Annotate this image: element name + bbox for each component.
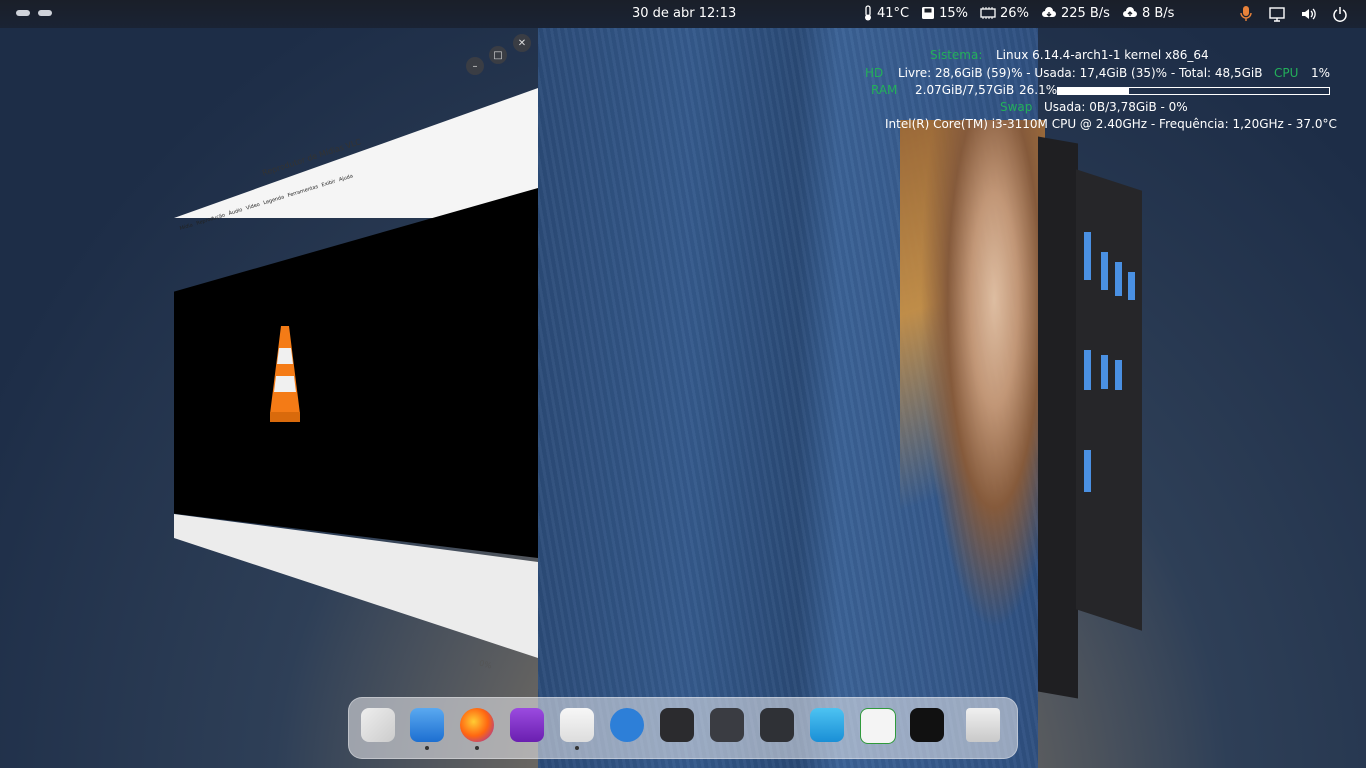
trash-icon[interactable] bbox=[966, 708, 1000, 742]
screenshot-icon[interactable] bbox=[760, 708, 794, 742]
memory-indicator: 26% bbox=[980, 5, 1029, 21]
obs-icon[interactable] bbox=[660, 708, 694, 742]
vlc-window[interactable]: Reprodutor de Mídias VLC Mídia Reproduçã… bbox=[174, 28, 540, 671]
conky-cpu-info: Intel(R) Core(TM) i3-3110M CPU @ 2.40GHz… bbox=[885, 117, 1337, 131]
folder-icon bbox=[1101, 252, 1108, 290]
folder-icon bbox=[1115, 360, 1122, 390]
cloud-download-icon bbox=[1041, 7, 1056, 17]
conky-hd-value: Livre: 28,6GiB (59)% - Usada: 17,4GiB (3… bbox=[898, 66, 1263, 80]
running-indicator bbox=[425, 746, 429, 750]
folder-icon bbox=[1115, 262, 1122, 296]
disk-indicator: 15% bbox=[921, 5, 968, 21]
folder-icon bbox=[1101, 355, 1108, 389]
system-indicators[interactable]: 41°C 15% 26% 225 B/s 8 B/s bbox=[863, 5, 1174, 21]
vlc-video-area[interactable] bbox=[174, 188, 538, 558]
download-value: 225 B/s bbox=[1060, 5, 1110, 21]
minimize-button[interactable]: – bbox=[466, 57, 484, 75]
temperature-indicator: 41°C bbox=[863, 5, 909, 21]
download-indicator: 225 B/s bbox=[1041, 5, 1110, 21]
close-button[interactable]: ✕ bbox=[513, 34, 531, 52]
folder-icon bbox=[1084, 232, 1091, 280]
vlc-titlebar[interactable] bbox=[174, 88, 538, 218]
memory-icon bbox=[980, 7, 996, 19]
top-panel: 30 de abr 12:13 41°C 15% 26% 225 B/s 8 B… bbox=[0, 0, 1366, 28]
upload-indicator: 8 B/s bbox=[1122, 5, 1174, 21]
firefox-icon[interactable] bbox=[460, 708, 494, 742]
conky-ram-value: 2.07GiB/7,57GiB bbox=[915, 83, 1015, 97]
terminal-icon[interactable] bbox=[910, 708, 944, 742]
conky-ram-percent: 26.1% bbox=[1019, 83, 1058, 97]
conky-sistema-value: Linux 6.14.4-arch1-1 kernel x86_64 bbox=[996, 48, 1209, 62]
spreadsheet-icon[interactable] bbox=[860, 708, 896, 744]
cloud-upload-icon bbox=[1122, 7, 1137, 17]
conky-swap-value: Usada: 0B/3,78GiB - 0% bbox=[1044, 100, 1188, 114]
vlc-icon[interactable] bbox=[560, 708, 594, 742]
conky-swap-label: Swap bbox=[1000, 100, 1033, 114]
folder-icon bbox=[1084, 450, 1091, 492]
running-indicator bbox=[575, 746, 579, 750]
date-time[interactable]: 30 de abr 12:13 bbox=[632, 6, 736, 21]
ram-usage-bar bbox=[1057, 87, 1330, 95]
upload-value: 8 B/s bbox=[1141, 5, 1175, 21]
conky-hd-label: HD bbox=[865, 66, 884, 80]
conky-sistema-label: Sistema: bbox=[930, 48, 983, 62]
disk-value: 15% bbox=[939, 5, 969, 21]
menu-item[interactable]: Mídia bbox=[179, 222, 194, 232]
qbittorrent-icon[interactable] bbox=[610, 708, 644, 742]
vlc-cone-icon bbox=[270, 326, 300, 422]
conky-ram-label: RAM bbox=[871, 83, 898, 97]
workspace-indicator-1[interactable] bbox=[16, 10, 30, 16]
workspace-indicator-2[interactable] bbox=[38, 10, 52, 16]
folder-icon bbox=[1084, 350, 1091, 390]
launcher-icon[interactable] bbox=[361, 708, 395, 742]
folder-icon bbox=[1128, 272, 1135, 300]
maximize-button[interactable]: □ bbox=[489, 46, 507, 64]
files-icon[interactable] bbox=[410, 708, 444, 742]
thermometer-icon bbox=[865, 5, 871, 21]
volume-icon[interactable] bbox=[1300, 5, 1318, 23]
system-tray[interactable] bbox=[1238, 5, 1348, 23]
memory-value: 26% bbox=[1000, 5, 1029, 21]
video-editor-icon[interactable] bbox=[710, 708, 744, 742]
conky-cpu-label: CPU bbox=[1274, 66, 1299, 80]
running-indicator bbox=[475, 746, 479, 750]
microphone-icon[interactable] bbox=[1238, 5, 1254, 23]
wallpaper-photo bbox=[900, 120, 1045, 720]
file-manager-sidebar bbox=[1038, 136, 1078, 699]
network-icon[interactable] bbox=[1268, 5, 1286, 23]
temperature-value: 41°C bbox=[877, 5, 910, 21]
ram-usage-fill bbox=[1058, 88, 1129, 94]
vlc-volume-label: 0% bbox=[478, 658, 493, 671]
conky-cpu-value: 1% bbox=[1311, 66, 1331, 80]
podcast-icon[interactable] bbox=[510, 708, 544, 742]
vpn-icon[interactable] bbox=[810, 708, 844, 742]
power-icon[interactable] bbox=[1332, 5, 1348, 23]
disk-icon bbox=[922, 7, 935, 19]
